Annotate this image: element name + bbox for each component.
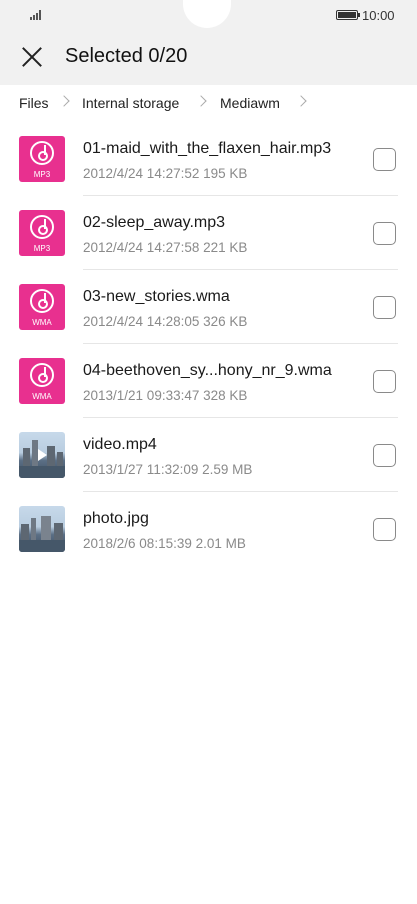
audio-file-icon: WMA bbox=[19, 358, 65, 404]
breadcrumb-item-mediawm[interactable]: Mediawm bbox=[220, 95, 280, 111]
chevron-right-icon bbox=[58, 95, 70, 107]
list-item[interactable]: photo.jpg 2018/2/6 08:15:39 2.01 MB bbox=[0, 492, 417, 566]
camera-notch bbox=[183, 0, 231, 28]
list-item[interactable]: WMA 03-new_stories.wma 2012/4/24 14:28:0… bbox=[0, 270, 417, 344]
breadcrumb-item-files[interactable]: Files bbox=[19, 95, 49, 111]
file-meta: 2012/4/24 14:28:05 326 KB bbox=[83, 314, 248, 329]
file-meta: 2013/1/21 09:33:47 328 KB bbox=[83, 388, 248, 403]
select-checkbox[interactable] bbox=[373, 370, 396, 393]
file-name: video.mp4 bbox=[83, 436, 157, 453]
music-note-icon bbox=[37, 367, 48, 383]
file-name: photo.jpg bbox=[83, 510, 149, 527]
list-item[interactable]: MP3 01-maid_with_the_flaxen_hair.mp3 201… bbox=[0, 122, 417, 196]
select-checkbox[interactable] bbox=[373, 444, 396, 467]
signal-icon bbox=[30, 10, 44, 20]
chevron-right-icon bbox=[295, 95, 307, 107]
file-name: 04-beethoven_sy...hony_nr_9.wma bbox=[83, 362, 332, 379]
video-thumbnail bbox=[19, 432, 65, 478]
close-icon[interactable] bbox=[20, 45, 44, 69]
file-meta: 2018/2/6 08:15:39 2.01 MB bbox=[83, 536, 246, 551]
image-thumbnail bbox=[19, 506, 65, 552]
music-note-icon bbox=[37, 145, 48, 161]
file-meta: 2012/4/24 14:27:52 195 KB bbox=[83, 166, 248, 181]
select-checkbox[interactable] bbox=[373, 222, 396, 245]
file-meta: 2013/1/27 11:32:09 2.59 MB bbox=[83, 462, 253, 477]
list-item[interactable]: video.mp4 2013/1/27 11:32:09 2.59 MB bbox=[0, 418, 417, 492]
top-bar: 10:00 Selected 0/20 bbox=[0, 0, 417, 85]
audio-file-icon: MP3 bbox=[19, 210, 65, 256]
audio-file-icon: MP3 bbox=[19, 136, 65, 182]
list-item[interactable]: WMA 04-beethoven_sy...hony_nr_9.wma 2013… bbox=[0, 344, 417, 418]
file-name: 03-new_stories.wma bbox=[83, 288, 230, 305]
select-checkbox[interactable] bbox=[373, 148, 396, 171]
music-note-icon bbox=[37, 293, 48, 309]
select-checkbox[interactable] bbox=[373, 296, 396, 319]
breadcrumb-item-internal-storage[interactable]: Internal storage bbox=[82, 95, 179, 111]
select-checkbox[interactable] bbox=[373, 518, 396, 541]
status-time: 10:00 bbox=[362, 8, 395, 23]
file-name: 01-maid_with_the_flaxen_hair.mp3 bbox=[83, 140, 332, 157]
file-name: 02-sleep_away.mp3 bbox=[83, 214, 226, 231]
page-title: Selected 0/20 bbox=[65, 45, 188, 67]
play-icon bbox=[38, 449, 47, 461]
battery-icon bbox=[336, 10, 360, 20]
chevron-right-icon bbox=[195, 95, 207, 107]
file-meta: 2012/4/24 14:27:58 221 KB bbox=[83, 240, 248, 255]
breadcrumb: Files Internal storage Mediawm bbox=[0, 85, 417, 123]
list-item[interactable]: MP3 02-sleep_away.mp3 2012/4/24 14:27:58… bbox=[0, 196, 417, 270]
music-note-icon bbox=[37, 219, 48, 235]
audio-file-icon: WMA bbox=[19, 284, 65, 330]
